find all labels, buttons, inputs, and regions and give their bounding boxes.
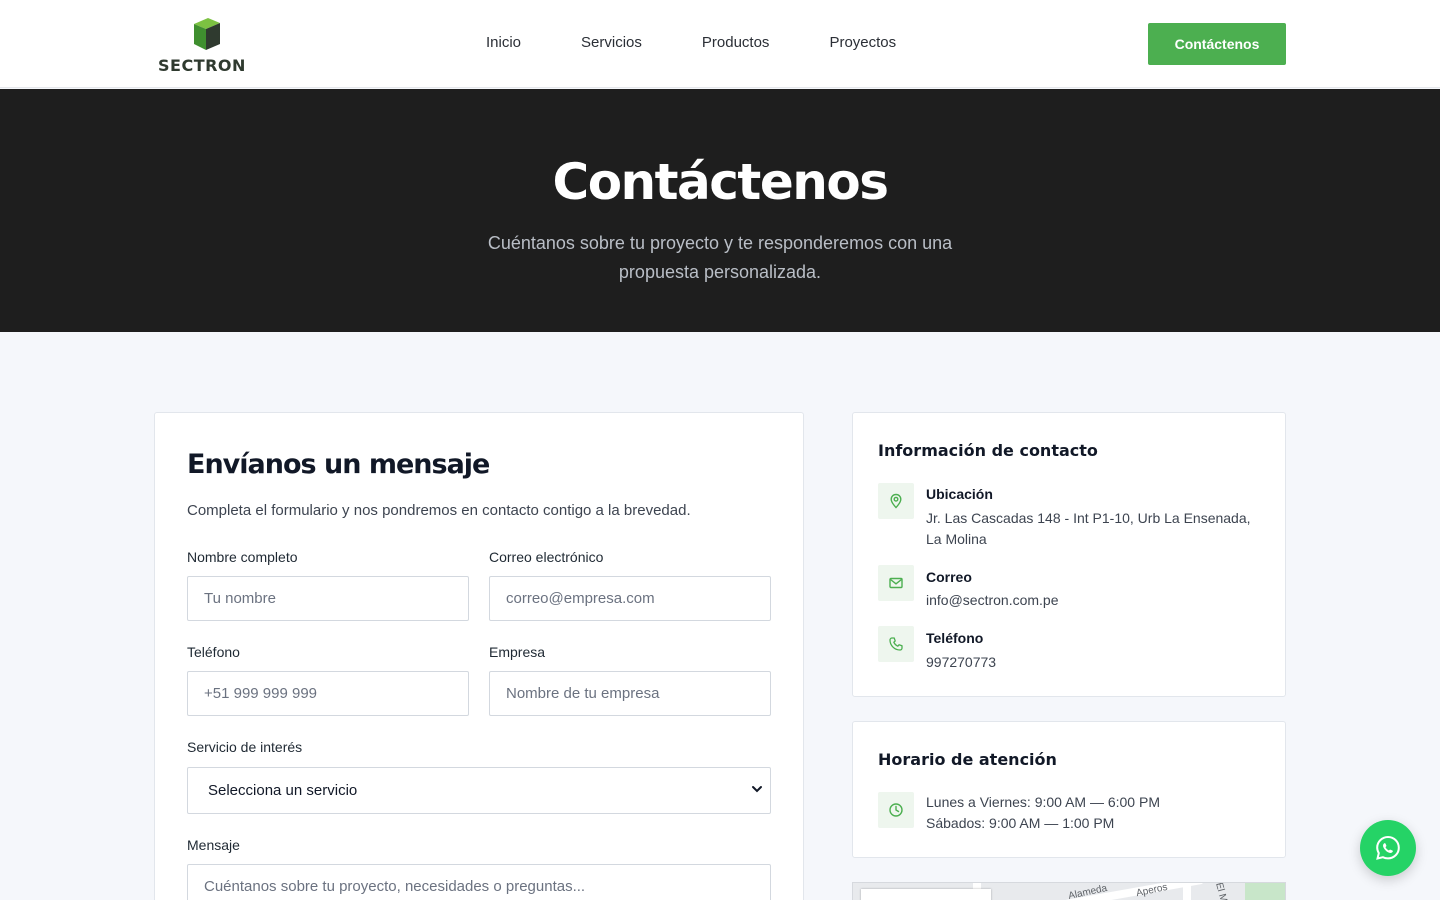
mail-icon	[878, 565, 914, 601]
brand-logo[interactable]: SECTRON	[158, 14, 254, 75]
name-label: Nombre completo	[187, 549, 298, 565]
page-title: Contáctenos	[552, 153, 889, 211]
service-select-value: Selecciona un servicio	[208, 782, 358, 799]
nav-item-inicio[interactable]: Inicio	[486, 34, 521, 51]
form-description: Completa el formulario y nos pondremos e…	[187, 502, 691, 519]
location-map[interactable]: Alameda Aperos El M	[852, 882, 1286, 900]
map-park	[1245, 883, 1285, 900]
contact-info-card: Información de contacto Ubicación Jr. La…	[852, 412, 1286, 697]
map-info-panel	[861, 889, 991, 900]
contact-info-title: Información de contacto	[878, 441, 1098, 460]
hero-banner: Contáctenos Cuéntanos sobre tu proyecto …	[0, 89, 1440, 332]
nav-item-servicios[interactable]: Servicios	[581, 34, 642, 51]
location-title: Ubicación	[926, 486, 993, 502]
chevron-down-icon	[752, 786, 762, 793]
hours-weekdays: Lunes a Viernes: 9:00 AM — 6:00 PM	[926, 794, 1160, 810]
message-textarea[interactable]	[187, 864, 771, 900]
message-label: Mensaje	[187, 837, 240, 853]
nav-item-proyectos[interactable]: Proyectos	[829, 34, 896, 51]
phone-title: Teléfono	[926, 630, 984, 646]
main-nav: Inicio Servicios Productos Proyectos	[486, 34, 956, 51]
whatsapp-icon	[1376, 835, 1400, 860]
name-input[interactable]	[187, 576, 469, 621]
company-label: Empresa	[489, 644, 546, 660]
whatsapp-button[interactable]	[1360, 820, 1416, 876]
hours-title: Horario de atención	[878, 750, 1057, 769]
phone-input[interactable]	[187, 671, 469, 716]
hours-saturday: Sábados: 9:00 AM — 1:00 PM	[926, 815, 1115, 831]
map-label: Aperos	[1135, 882, 1169, 900]
logo-cube-icon	[194, 18, 220, 50]
phone-label: Teléfono	[187, 644, 240, 660]
service-select[interactable]: Selecciona un servicio	[187, 767, 771, 814]
form-title: Envíanos un mensaje	[187, 449, 490, 480]
service-label: Servicio de interés	[187, 739, 303, 755]
nav-item-productos[interactable]: Productos	[702, 34, 770, 51]
page-subtitle: Cuéntanos sobre tu proyecto y te respond…	[487, 233, 953, 282]
phone-text[interactable]: 997270773	[926, 652, 1266, 673]
contact-cta-button[interactable]: Contáctenos	[1148, 23, 1286, 65]
site-header: SECTRON Inicio Servicios Productos Proye…	[0, 0, 1440, 88]
business-hours-card: Horario de atención Lunes a Viernes: 9:0…	[852, 721, 1286, 858]
email-input[interactable]	[489, 576, 771, 621]
map-road	[1183, 883, 1191, 900]
phone-icon	[878, 626, 914, 662]
map-pin-icon	[878, 483, 914, 519]
location-text: Jr. Las Cascadas 148 - Int P1-10, Urb La…	[926, 510, 1251, 547]
email-label: Correo electrónico	[489, 549, 604, 565]
email-text[interactable]: info@sectron.com.pe	[926, 590, 1266, 611]
email-title: Correo	[926, 569, 972, 585]
contact-form-card: Envíanos un mensaje Completa el formular…	[154, 412, 804, 900]
map-label: El M	[1213, 882, 1229, 900]
clock-icon	[878, 792, 914, 828]
brand-wordmark: SECTRON	[158, 56, 246, 75]
company-input[interactable]	[489, 671, 771, 716]
